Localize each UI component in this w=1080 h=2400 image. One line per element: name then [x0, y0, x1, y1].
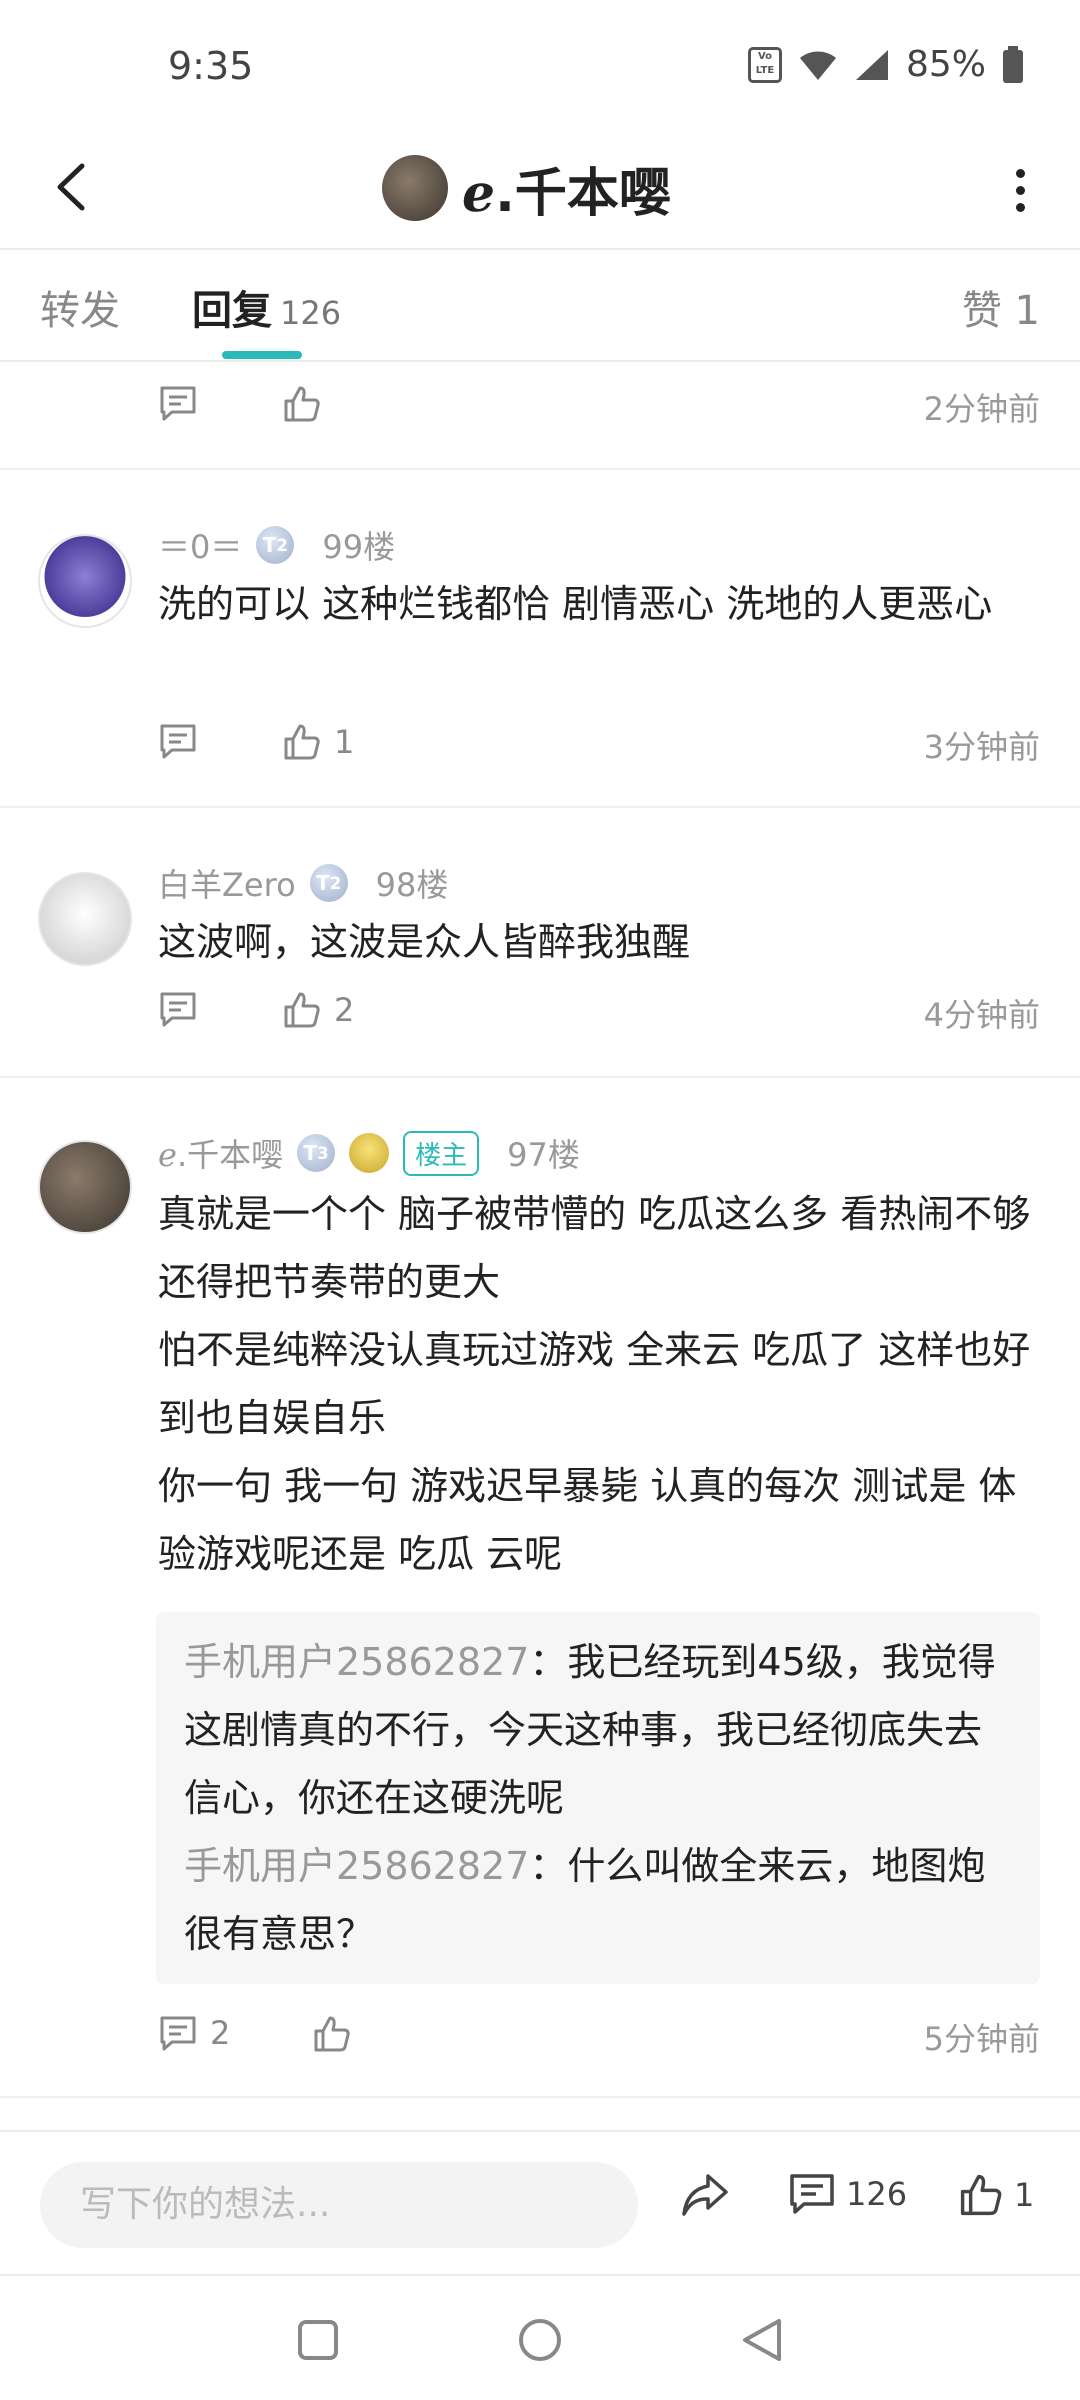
divider [0, 468, 1080, 470]
quoted-reply: 手机用户25862827：我已经玩到45级，我觉得这剧情真的不行，今天这种事，我… [184, 1628, 1012, 1832]
tab-indicator [222, 351, 302, 359]
comment-count: 126 [846, 2175, 908, 2213]
system-nav-bar [0, 2274, 1080, 2400]
comment-meta: ＝0＝ T2 99楼 [158, 522, 395, 568]
battery-icon [1003, 45, 1023, 83]
avatar[interactable] [382, 155, 448, 221]
like-count: 1 [334, 723, 355, 761]
like-button[interactable] [312, 2014, 352, 2054]
more-options-button[interactable] [1000, 160, 1040, 220]
comment-time: 3分钟前 [923, 728, 1040, 766]
status-bar: 9:35 Vo LTE 85% [0, 0, 1080, 130]
comment-actions: 2分钟前 [0, 384, 1080, 454]
divider [0, 1076, 1080, 1078]
divider [0, 806, 1080, 808]
avatar[interactable] [38, 1140, 132, 1234]
comment-icon [160, 992, 196, 1027]
wifi-icon [799, 50, 836, 80]
triangle-back-icon [743, 2319, 781, 2361]
reply-button[interactable]: 2 [158, 2014, 230, 2052]
like-button[interactable]: 1 [282, 722, 354, 762]
comment-time: 2分钟前 [923, 390, 1040, 428]
comment-text[interactable]: 这波啊，这波是众人皆醉我独醒 [158, 908, 1038, 976]
username[interactable]: ℯ.千本嘤 [158, 1130, 283, 1176]
like-count: 2 [334, 991, 355, 1029]
quoted-replies[interactable]: 手机用户25862827：我已经玩到45级，我觉得这剧情真的不行，今天这种事，我… [156, 1612, 1040, 1984]
header-user[interactable]: ℯ.千本嘤 [382, 140, 671, 236]
like-button[interactable]: 1 [958, 2172, 1034, 2218]
comment-time: 4分钟前 [923, 996, 1040, 1034]
comment-text-line: 真就是一个个 脑子被带懵的 吃瓜这么多 看热闹不够还得把节奏带的更大 [158, 1192, 1031, 1304]
header: ℯ.千本嘤 [0, 130, 1080, 250]
avatar[interactable] [38, 534, 132, 628]
status-time: 9:35 [168, 44, 254, 88]
tab-bar: 转发 回复 126 赞 1 [0, 250, 1080, 362]
level-badge-icon: T2 [256, 526, 295, 564]
floor-number: 98楼 [375, 866, 449, 904]
comment-text-line: 你一句 我一句 游戏迟早暴毙 认真的每次 测试是 体验游戏呢还是 吃瓜 云呢 [158, 1464, 1017, 1576]
tab-likes[interactable]: 赞 1 [962, 278, 1040, 336]
comment-actions: 2 5分钟前 [0, 2014, 1080, 2084]
tab-reply-count: 126 [280, 294, 342, 332]
thumbs-up-icon [960, 2174, 1002, 2216]
tab-reply[interactable]: 回复 126 [192, 278, 341, 336]
quoted-username[interactable]: 手机用户25862827 [184, 1640, 529, 1684]
share-icon [682, 2174, 728, 2216]
tab-forward[interactable]: 转发 [40, 278, 120, 336]
username[interactable]: ＝0＝ [158, 522, 242, 568]
comment-time: 5分钟前 [923, 2020, 1040, 2058]
comment-icon [790, 2174, 834, 2214]
recents-button[interactable] [288, 2310, 348, 2370]
comments-button[interactable]: 126 [788, 2172, 907, 2216]
comment-icon [160, 386, 196, 421]
circle-icon [519, 2319, 561, 2361]
floor-number: 97楼 [507, 1136, 580, 1174]
tab-reply-label: 回复 [192, 288, 272, 334]
like-button[interactable]: 2 [282, 990, 354, 1030]
signal-icon [855, 49, 888, 80]
bottom-bar: 写下你的想法... 126 1 [0, 2130, 1080, 2276]
back-arrow-icon [57, 163, 85, 211]
comment-meta: 白羊Zero T2 98楼 [158, 860, 448, 906]
comment-actions: 2 4分钟前 [0, 990, 1080, 1060]
comment-input[interactable]: 写下你的想法... [40, 2162, 638, 2248]
reply-button[interactable] [158, 990, 198, 1028]
avatar[interactable] [38, 872, 132, 966]
fan-badge-icon [349, 1133, 390, 1173]
level-badge-icon: T3 [297, 1134, 336, 1172]
back-button[interactable] [36, 152, 106, 222]
reply-count: 2 [210, 2014, 231, 2052]
thumbs-up-icon [284, 992, 320, 1028]
quoted-reply: 手机用户25862827：什么叫做全来云，地图炮很有意思？ [184, 1832, 1012, 1968]
username[interactable]: 白羊Zero [158, 860, 296, 906]
square-icon [298, 2320, 338, 2360]
share-button[interactable] [680, 2172, 730, 2218]
battery-percent: 85% [905, 44, 986, 85]
reply-button[interactable] [158, 384, 198, 422]
comment-icon [160, 724, 196, 759]
comment-text[interactable]: 真就是一个个 脑子被带懵的 吃瓜这么多 看热闹不够还得把节奏带的更大 怕不是纯粹… [158, 1180, 1038, 1588]
divider [0, 2096, 1080, 2098]
quoted-username[interactable]: 手机用户25862827 [184, 1844, 529, 1888]
floor-number: 99楼 [322, 528, 396, 566]
comment-actions: 1 3分钟前 [0, 722, 1080, 792]
thumbs-up-icon [284, 724, 320, 760]
owner-badge: 楼主 [403, 1130, 480, 1176]
comment-icon [160, 2016, 196, 2051]
reply-button[interactable] [158, 722, 198, 760]
page-title: ℯ.千本嘤 [462, 163, 671, 224]
status-icons: Vo LTE 85% [747, 44, 1024, 85]
volte-icon: Vo LTE [747, 46, 782, 83]
comment-text-line: 怕不是纯粹没认真玩过游戏 全来云 吃瓜了 这样也好到也自娱自乐 [158, 1328, 1031, 1440]
like-count: 1 [1014, 2176, 1035, 2214]
back-nav-button[interactable] [732, 2310, 792, 2370]
thumbs-up-icon [314, 2016, 350, 2052]
comment-meta: ℯ.千本嘤 T3 楼主 97楼 [158, 1130, 580, 1176]
home-button[interactable] [510, 2310, 570, 2370]
comment-text[interactable]: 洗的可以 这种烂钱都恰 剧情恶心 洗地的人更恶心 [158, 570, 1038, 638]
like-button[interactable] [282, 384, 322, 424]
thumbs-up-icon [284, 386, 320, 422]
level-badge-icon: T2 [309, 864, 348, 902]
